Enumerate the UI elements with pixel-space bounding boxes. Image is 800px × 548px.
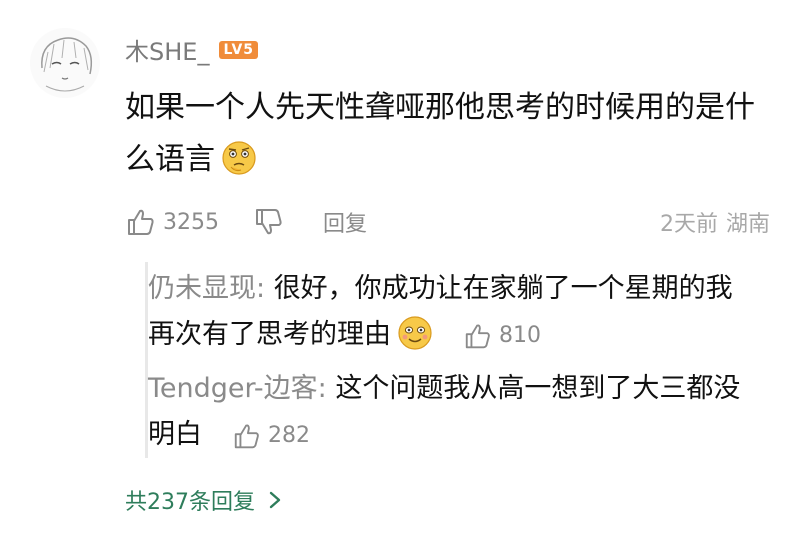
reply-like-count: 282 (268, 422, 310, 448)
reply-like-count: 810 (499, 322, 541, 348)
reply-author[interactable]: Tendger-边客 (148, 373, 318, 404)
reply-like-button[interactable]: 810 (463, 313, 541, 359)
list-item[interactable]: Tendger-边客: 这个问题我从高一想到了大三都没明白 282 (148, 366, 748, 459)
comment-header: 木SHE_ LV5 (125, 32, 259, 67)
more-replies-link[interactable]: 共237条回复 (125, 484, 283, 516)
comment-location: 湖南 (725, 212, 770, 237)
thumbs-down-icon (253, 206, 285, 238)
smile-face-emoji (397, 315, 433, 351)
dislike-button[interactable] (253, 206, 285, 238)
level-badge: LV5 (219, 40, 259, 59)
reply-button[interactable]: 回复 (323, 206, 367, 238)
chevron-right-icon (267, 489, 283, 511)
comment-actions: 3255 回复 2天前 湖南 (125, 204, 770, 240)
thumbs-up-icon[interactable] (125, 206, 157, 238)
comment-username[interactable]: 木SHE_ (125, 32, 209, 67)
thinking-face-emoji (221, 140, 257, 176)
reply-like-button[interactable]: 282 (232, 413, 310, 459)
thumbs-up-icon (232, 421, 262, 451)
reply-colon: : (317, 373, 336, 404)
list-item[interactable]: 仍未显现: 很好，你成功让在家躺了一个星期的我再次有了思考的理由 810 (148, 266, 748, 359)
comment-time: 2天前 (659, 212, 718, 237)
reply-list: 仍未显现: 很好，你成功让在家躺了一个星期的我再次有了思考的理由 810 Ten… (145, 262, 768, 458)
comment-like-count: 3255 (163, 209, 219, 235)
reply-author[interactable]: 仍未显现 (148, 273, 256, 304)
comment-body: 如果一个人先天性聋哑那他思考的时候用的是什么语言 (125, 82, 775, 186)
reply-colon: : (256, 273, 274, 304)
avatar[interactable] (30, 28, 100, 98)
thumbs-up-icon (463, 321, 493, 351)
more-replies-label: 共237条回复 (125, 490, 255, 515)
comment-text: 如果一个人先天性聋哑那他思考的时候用的是什么语言 (125, 90, 755, 177)
